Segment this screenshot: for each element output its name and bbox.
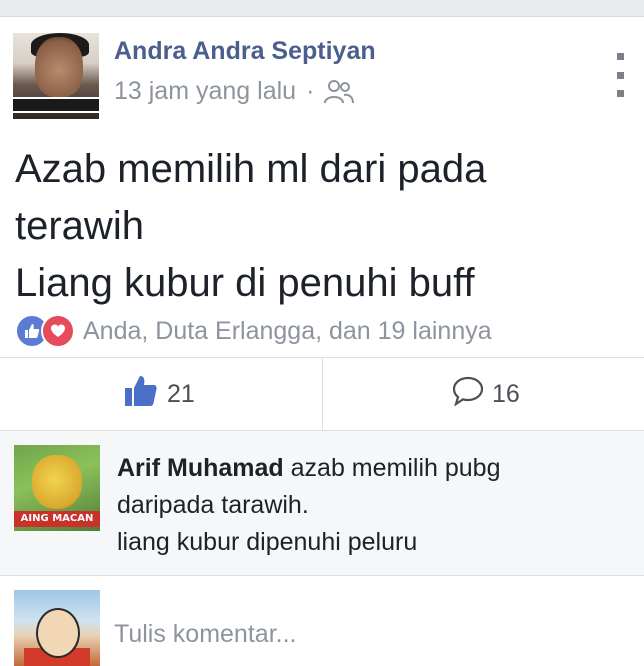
avatar-character [32, 455, 82, 509]
comment-line: daripada tarawih. [117, 491, 309, 519]
thumbs-up-icon [123, 374, 159, 415]
comment-count: 16 [492, 379, 520, 408]
love-icon [41, 314, 75, 348]
action-divider [322, 358, 323, 430]
menu-dot [616, 53, 624, 60]
commenter-avatar[interactable]: AING MACAN [14, 445, 100, 531]
author-avatar[interactable] [13, 33, 99, 119]
avatar-face [35, 37, 83, 97]
reactions-summary[interactable]: Anda, Duta Erlangga, dan 19 lainnya [15, 314, 492, 348]
reactions-text: Anda, Duta Erlangga, dan 19 lainnya [83, 316, 492, 345]
comment-line: liang kubur dipenuhi peluru [117, 528, 418, 556]
post-author-name[interactable]: Andra Andra Septiyan [114, 37, 376, 66]
comment-item: Arif Muhamad azab memilih pubg daripada … [117, 450, 617, 561]
comment-input[interactable] [114, 616, 614, 652]
post-text-line: terawih [15, 204, 144, 248]
comment-icon [452, 376, 484, 413]
comment-button[interactable]: 16 [452, 358, 520, 430]
post-timestamp[interactable]: 13 jam yang lalu [114, 77, 296, 106]
post-text-line: Azab memilih ml dari pada [15, 147, 487, 191]
friends-icon[interactable] [324, 79, 355, 105]
menu-dot [616, 90, 624, 97]
comment-list: AING MACAN Arif Muhamad azab memilih pub… [0, 431, 644, 575]
post-header: Andra Andra Septiyan 13 jam yang lalu · [0, 17, 644, 127]
comment-line: Arif Muhamad azab memilih pubg [117, 450, 617, 487]
top-status-strip [0, 0, 644, 17]
comment-author-name[interactable]: Arif Muhamad [117, 454, 284, 482]
avatar-caption-bar [13, 97, 99, 113]
post-text: Azab memilih ml dari pada terawih Liang … [15, 141, 625, 312]
avatar-head [36, 608, 80, 658]
menu-dot [616, 71, 624, 79]
post-text-line: Liang kubur di penuhi buff [15, 261, 475, 305]
comment-composer [0, 576, 644, 666]
like-button[interactable]: 21 [123, 358, 195, 430]
like-count: 21 [167, 379, 195, 408]
post-meta: 13 jam yang lalu · [114, 77, 355, 106]
meta-separator: · [306, 77, 315, 105]
avatar-tag: AING MACAN [14, 511, 100, 527]
more-vertical-icon[interactable] [615, 53, 625, 97]
post-actions-bar: 21 16 [0, 358, 644, 430]
current-user-avatar [14, 590, 100, 666]
comment-text: azab memilih pubg [283, 454, 501, 482]
